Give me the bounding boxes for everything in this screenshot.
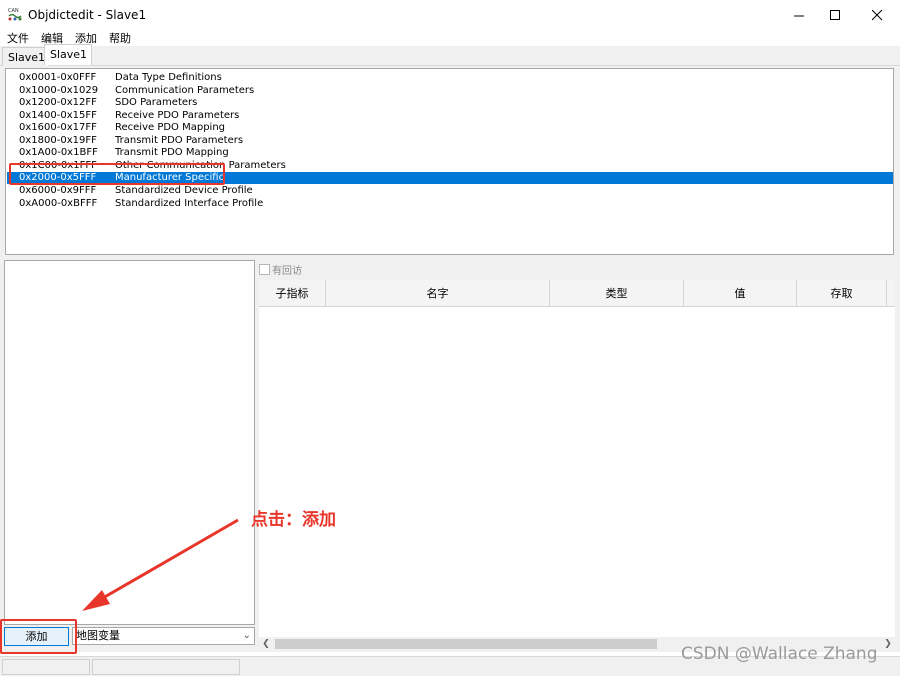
range-address: 0xA000-0xBFFF xyxy=(19,197,98,209)
range-row[interactable]: 0x1C00-0x1FFF Other Communication Paramet… xyxy=(7,160,893,172)
tab-slave1-a[interactable]: Slave1 xyxy=(2,47,51,66)
index-range-list[interactable]: 0x0001-0x0FFF Data Type Definitions 0x1000… xyxy=(5,68,894,255)
callback-checkbox[interactable] xyxy=(259,264,270,275)
tab-bar: Slave1 Slave1 xyxy=(0,44,900,66)
range-description: Standardized Device Profile xyxy=(115,184,253,196)
grid-header: 子指标 名字 类型 值 存取 xyxy=(259,280,895,307)
scroll-left-icon[interactable]: ❮ xyxy=(259,637,273,651)
range-description: Data Type Definitions xyxy=(115,72,222,83)
svg-text:CAN: CAN xyxy=(8,8,19,14)
range-description: Receive PDO Parameters xyxy=(115,109,240,121)
index-list[interactable] xyxy=(4,260,255,625)
range-row[interactable]: 0x1600-0x17FF Receive PDO Mapping xyxy=(7,122,893,134)
range-row[interactable]: 0x1800-0x19FF Transmit PDO Parameters xyxy=(7,135,893,147)
range-address: 0x6000-0x9FFF xyxy=(19,184,97,196)
range-address: 0x1000-0x1029 xyxy=(19,84,99,96)
callback-toggle[interactable]: 有回访 xyxy=(259,263,302,277)
range-description: SDO Parameters xyxy=(115,97,198,109)
range-address: 0x1800-0x19FF xyxy=(19,134,97,146)
menu-help[interactable]: 帮助 xyxy=(109,30,131,46)
col-access[interactable]: 存取 xyxy=(797,280,887,307)
range-description: Transmit PDO Parameters xyxy=(115,134,244,146)
range-description: Transmit PDO Mapping xyxy=(115,147,229,159)
menu-file[interactable]: 文件 xyxy=(7,30,29,46)
range-row[interactable]: 0x1A00-0x1BFF Transmit PDO Mapping xyxy=(7,147,893,159)
annotation-text: 点击：添加 xyxy=(251,510,336,530)
range-description: Manufacturer Specific xyxy=(115,172,225,184)
add-button[interactable]: 添加 xyxy=(4,627,69,646)
map-variable-select[interactable]: 地图变量 ⌄ xyxy=(72,627,255,645)
range-address: 0x1400-0x15FF xyxy=(19,109,97,121)
tab-slave1-b[interactable]: Slave1 xyxy=(44,44,93,65)
range-address: 0x0001-0x0FFF xyxy=(19,72,97,83)
window-title: Objdictedit - Slave1 xyxy=(28,8,147,22)
close-icon[interactable] xyxy=(855,0,899,30)
col-subindex[interactable]: 子指标 xyxy=(259,280,326,307)
range-description: Standardized Interface Profile xyxy=(115,197,264,209)
range-row[interactable]: 0xA000-0xBFFF Standardized Interface Prof… xyxy=(7,198,893,210)
range-panel: 0x0001-0x0FFF Data Type Definitions 0x1000… xyxy=(0,66,900,258)
watermark: CSDN @Wallace Zhang xyxy=(681,644,878,664)
range-row[interactable]: 0x0001-0x0FFF Data Type Definitions xyxy=(7,72,893,84)
callback-label: 有回访 xyxy=(272,266,302,277)
scroll-thumb[interactable] xyxy=(275,639,657,649)
chevron-down-icon[interactable]: ⌄ xyxy=(243,628,251,644)
range-row[interactable]: 0x6000-0x9FFF Standardized Device Profile xyxy=(7,185,893,197)
title-bar: CAN Objdictedit - Slave1 xyxy=(0,0,900,30)
range-description: Other Communication Parameters xyxy=(115,159,286,171)
status-pane-1 xyxy=(2,659,90,675)
col-type[interactable]: 类型 xyxy=(550,280,684,307)
menu-bar: 文件 编辑 添加 帮助 xyxy=(0,30,900,46)
app-icon: CAN xyxy=(8,8,22,21)
range-address: 0x1200-0x12FF xyxy=(19,97,97,109)
range-address: 0x1A00-0x1BFF xyxy=(19,147,98,159)
range-description: Communication Parameters xyxy=(115,84,255,96)
range-description: Receive PDO Mapping xyxy=(115,122,226,134)
range-address: 0x1600-0x17FF xyxy=(19,122,97,134)
col-name[interactable]: 名字 xyxy=(326,280,550,307)
subindex-grid[interactable]: 子指标 名字 类型 值 存取 xyxy=(259,280,895,644)
range-row[interactable]: 0x1200-0x12FF SDO Parameters xyxy=(7,97,893,109)
range-address: 0x2000-0x5FFF xyxy=(19,172,97,184)
scroll-right-icon[interactable]: ❯ xyxy=(881,637,895,651)
col-value[interactable]: 值 xyxy=(684,280,797,307)
maximize-icon[interactable] xyxy=(813,0,857,30)
range-row[interactable]: 0x1400-0x15FF Receive PDO Parameters xyxy=(7,110,893,122)
bottom-panel: 添加 地图变量 ⌄ 有回访 子指标 名字 类型 值 存取 ❮ ❯ xyxy=(0,258,900,652)
status-pane-2 xyxy=(92,659,240,675)
range-row[interactable]: 0x1000-0x1029 Communication Parameters xyxy=(7,85,893,97)
range-row[interactable]: 0x2000-0x5FFF Manufacturer Specific xyxy=(7,172,893,185)
map-select-value: 地图变量 xyxy=(76,629,120,642)
range-address: 0x1C00-0x1FFF xyxy=(19,159,97,171)
